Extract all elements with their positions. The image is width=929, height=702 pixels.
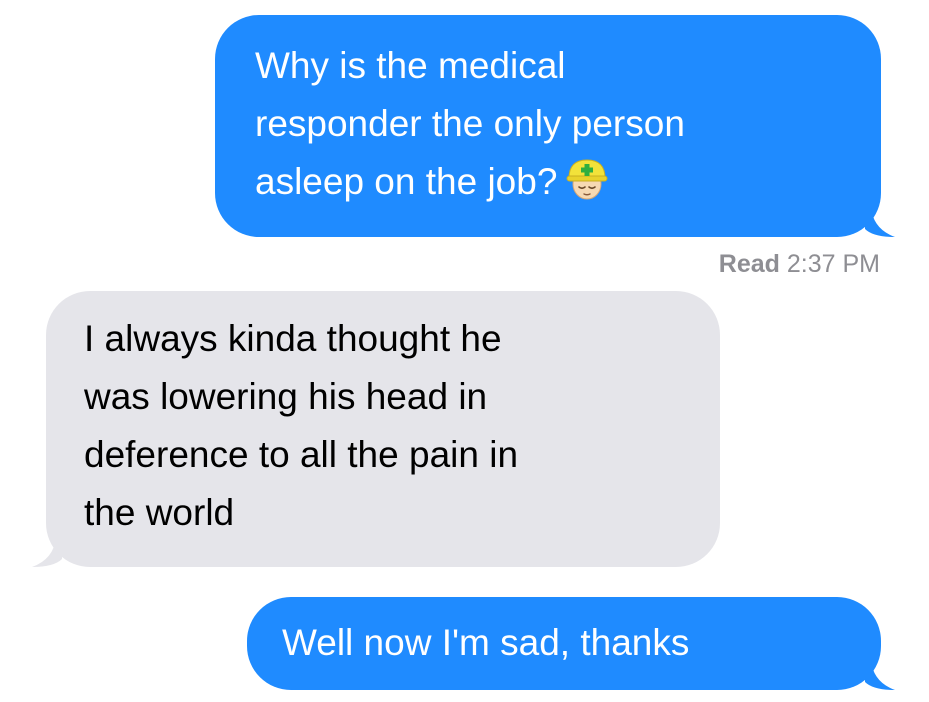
sent-message-bubble[interactable]: Why is the medical responder the only pe… <box>215 15 895 237</box>
message-text-line: Why is the medical <box>255 45 566 86</box>
bubble-tail-icon <box>865 660 895 690</box>
message-text-line: asleep on the job? <box>255 153 851 211</box>
message-text-line: was lowering his head in <box>84 376 488 417</box>
sent-message-bubble[interactable]: Well now I'm sad, thanks <box>247 597 895 690</box>
message-text-line: Well now I'm sad, thanks <box>282 622 690 663</box>
message-text-line: deference to all the pain in <box>84 434 519 475</box>
message-text-line: I always kinda thought he <box>84 318 502 359</box>
sleeping-medic-emoji-icon <box>566 159 608 200</box>
bubble-tail-icon <box>865 207 895 237</box>
message-text-fragment: asleep on the job? <box>255 161 558 202</box>
read-time: 2:37 PM <box>786 250 880 278</box>
received-message-bubble[interactable]: I always kinda thought he was lowering h… <box>32 291 720 567</box>
read-receipt: Read 2:37 PM <box>719 250 880 279</box>
message-text-line: the world <box>84 492 235 533</box>
bubble-tail-icon <box>32 537 62 567</box>
message-text-line: responder the only person <box>255 103 685 144</box>
read-label: Read <box>718 250 780 278</box>
